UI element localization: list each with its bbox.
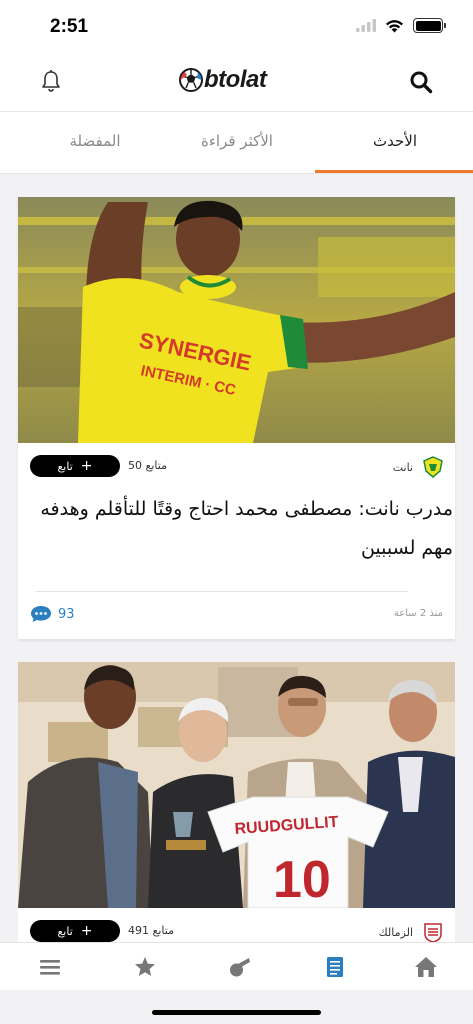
comments-count: 93 [58,606,75,622]
whistle-icon[interactable] [228,955,252,979]
wifi-icon [386,19,403,32]
plus-icon: + [80,923,93,939]
article-time: منذ 2 ساعة [393,608,443,619]
tab-favorites[interactable]: المفضلة [30,132,160,150]
status-icons [356,18,446,33]
home-indicator [152,1010,321,1015]
status-bar: 2:51 [0,0,473,52]
tab-most-read[interactable]: الأكثر قراءة [172,132,302,150]
news-icon[interactable] [323,955,347,979]
team-tag[interactable]: نانت [393,456,443,478]
article-image[interactable]: RUUDGULLIT 10 [18,662,455,908]
bottom-nav [0,942,473,990]
follow-label: تابع [57,459,73,473]
article-headline[interactable]: مدرب نانت: مصطفى محمد احتاج وقتًا للتأقل… [21,490,453,568]
team-crest-icon [424,923,442,943]
team-crest-icon [423,456,443,478]
ball-logo-icon [179,68,203,92]
followers-count: 50 متابع [128,459,167,472]
bell-icon[interactable] [40,69,62,93]
app-logo: btolat [178,66,267,94]
article-meta: تابع + 50 متابع نانت [18,455,455,479]
plus-icon: + [80,458,93,474]
home-icon[interactable] [414,955,438,979]
follow-label: تابع [57,924,73,938]
article-image[interactable]: SYNERGIE INTERIM · CC [18,197,455,443]
article-meta: تابع + 491 متابع الزمالك [18,920,455,944]
active-tab-indicator [315,170,473,173]
comment-icon [31,606,51,622]
logo-text: btolat [204,66,267,93]
jersey-number: 10 [273,851,331,908]
comments-button[interactable]: 93 [30,605,75,623]
team-name: الزمالك [378,925,413,939]
tab-bar: المفضلة الأكثر قراءة الأحدث [0,112,473,174]
followers-count: 491 متابع [128,924,174,937]
menu-icon[interactable] [38,955,62,979]
card-divider [36,591,408,592]
tab-latest[interactable]: الأحدث [330,132,460,150]
app-header: btolat [0,52,473,112]
article-card[interactable]: RUUDGULLIT 10 تابع + 491 متابع الزمالك [18,662,455,952]
signal-icon [356,19,376,32]
follow-button[interactable]: تابع + [30,455,120,477]
team-name: نانت [392,460,413,474]
team-tag[interactable]: الزمالك [379,921,443,943]
app-screen: 2:51 btolat المفضلة الأكثر قراءة الأحدث … [0,0,473,1024]
article-card[interactable]: SYNERGIE INTERIM · CC تابع + 50 متابع نا… [18,197,455,639]
battery-icon [413,18,446,33]
status-time: 2:51 [50,16,89,37]
search-icon[interactable] [409,70,433,94]
star-icon[interactable] [133,955,157,979]
follow-button[interactable]: تابع + [30,920,120,942]
